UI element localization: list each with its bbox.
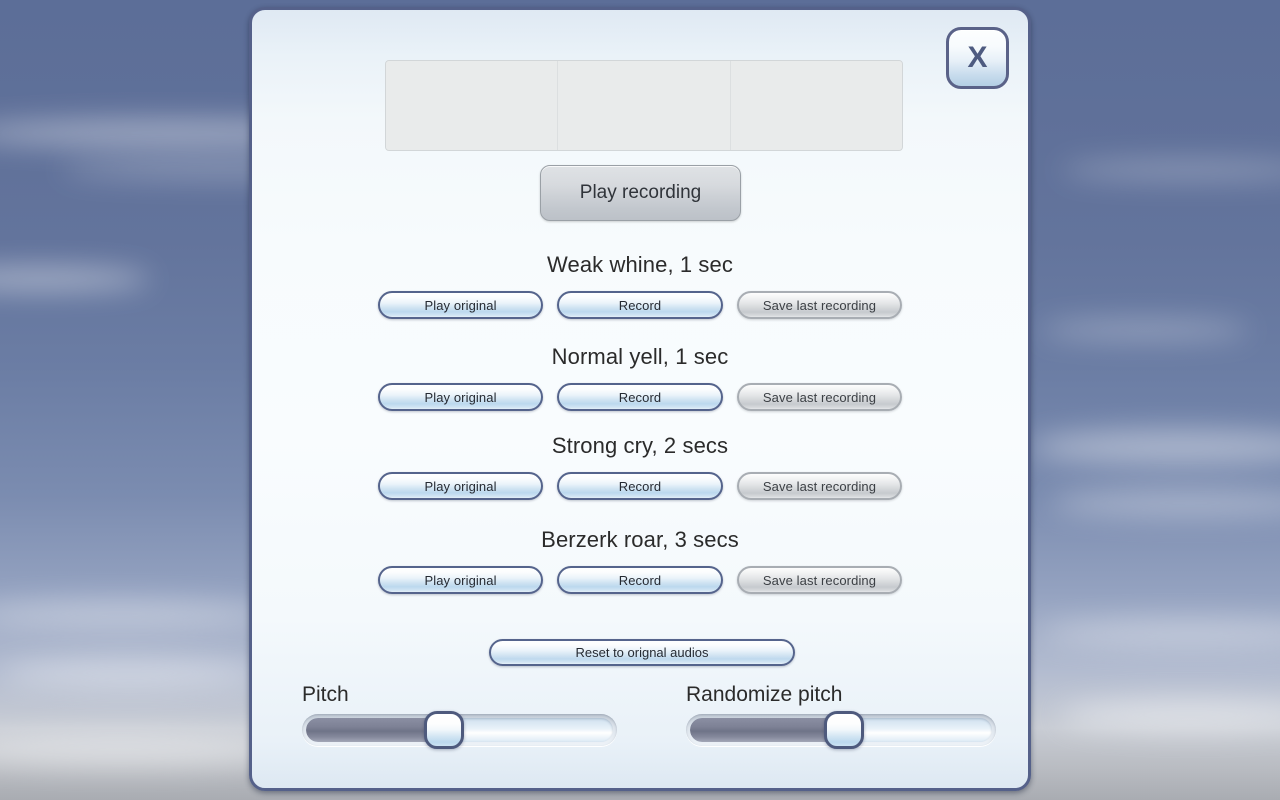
close-button[interactable]: X	[946, 27, 1009, 89]
cloud-streak	[0, 660, 260, 686]
record-label: Record	[618, 478, 662, 494]
cloud-streak	[0, 268, 150, 290]
record-button[interactable]: Record	[557, 291, 723, 319]
sound-button-row: Play original Record Save last recording	[252, 472, 1028, 500]
play-original-button[interactable]: Play original	[378, 291, 543, 319]
randomize-pitch-slider-handle[interactable]	[824, 711, 865, 749]
waveform-slot	[386, 61, 559, 150]
sound-button-row: Play original Record Save last recording	[252, 291, 1028, 319]
pitch-slider-track[interactable]	[302, 711, 617, 749]
pitch-slider-group: Pitch	[302, 682, 617, 749]
play-original-label: Play original	[424, 389, 497, 405]
play-original-label: Play original	[424, 297, 497, 313]
sound-title: Weak whine, 1 sec	[547, 252, 733, 277]
pitch-slider-label: Pitch	[302, 683, 349, 706]
play-original-label: Play original	[424, 478, 497, 494]
randomize-pitch-slider-track[interactable]	[686, 711, 996, 749]
sound-title: Normal yell, 1 sec	[551, 344, 729, 369]
waveform-slot	[558, 61, 731, 150]
cloud-streak	[1030, 430, 1280, 464]
save-last-recording-label: Save last recording	[762, 478, 877, 494]
record-label: Record	[618, 389, 662, 405]
waveform-panel	[385, 60, 903, 151]
sound-button-row: Play original Record Save last recording	[252, 566, 1028, 594]
record-button[interactable]: Record	[557, 472, 723, 500]
play-original-button[interactable]: Play original	[378, 383, 543, 411]
randomize-pitch-slider-group: Randomize pitch	[686, 682, 996, 749]
save-last-recording-label: Save last recording	[762, 389, 877, 405]
cloud-streak	[1040, 620, 1280, 646]
play-original-button[interactable]: Play original	[378, 566, 543, 594]
reset-label: Reset to orignal audios	[575, 645, 709, 660]
cloud-streak	[1050, 490, 1280, 516]
record-button[interactable]: Record	[557, 566, 723, 594]
sound-section-weak-whine: Weak whine, 1 sec Play original Record S…	[252, 250, 1028, 319]
sound-title: Berzerk roar, 3 secs	[541, 527, 739, 552]
cloud-streak	[1040, 320, 1250, 340]
randomize-pitch-slider-fill	[690, 718, 845, 742]
save-last-recording-label: Save last recording	[762, 572, 877, 588]
cloud-streak	[1060, 160, 1280, 180]
pitch-slider-handle[interactable]	[423, 711, 464, 749]
randomize-pitch-slider-label: Randomize pitch	[686, 683, 843, 706]
save-last-recording-button[interactable]: Save last recording	[737, 566, 902, 594]
cloud-streak	[1060, 700, 1280, 730]
play-recording-label: Play recording	[579, 182, 702, 203]
play-original-label: Play original	[424, 572, 497, 588]
waveform-slot	[730, 61, 902, 150]
sound-title: Strong cry, 2 secs	[551, 433, 729, 458]
close-icon: X	[967, 41, 988, 74]
save-last-recording-button[interactable]: Save last recording	[737, 472, 902, 500]
sound-section-berzerk-roar: Berzerk roar, 3 secs Play original Recor…	[252, 525, 1028, 594]
play-original-button[interactable]: Play original	[378, 472, 543, 500]
sound-button-row: Play original Record Save last recording	[252, 383, 1028, 411]
save-last-recording-label: Save last recording	[762, 297, 877, 313]
save-last-recording-button[interactable]: Save last recording	[737, 291, 902, 319]
reset-to-original-audios-button[interactable]: Reset to orignal audios	[489, 639, 795, 666]
cloud-streak	[0, 600, 270, 628]
play-recording-button[interactable]: Play recording	[540, 165, 741, 221]
record-label: Record	[618, 297, 662, 313]
record-button[interactable]: Record	[557, 383, 723, 411]
save-last-recording-button[interactable]: Save last recording	[737, 383, 902, 411]
audio-settings-dialog: X Play recording Weak whine, 1 sec Play …	[249, 7, 1031, 791]
record-label: Record	[618, 572, 662, 588]
sound-section-strong-cry: Strong cry, 2 secs Play original Record …	[252, 431, 1028, 500]
sound-section-normal-yell: Normal yell, 1 sec Play original Record …	[252, 342, 1028, 411]
